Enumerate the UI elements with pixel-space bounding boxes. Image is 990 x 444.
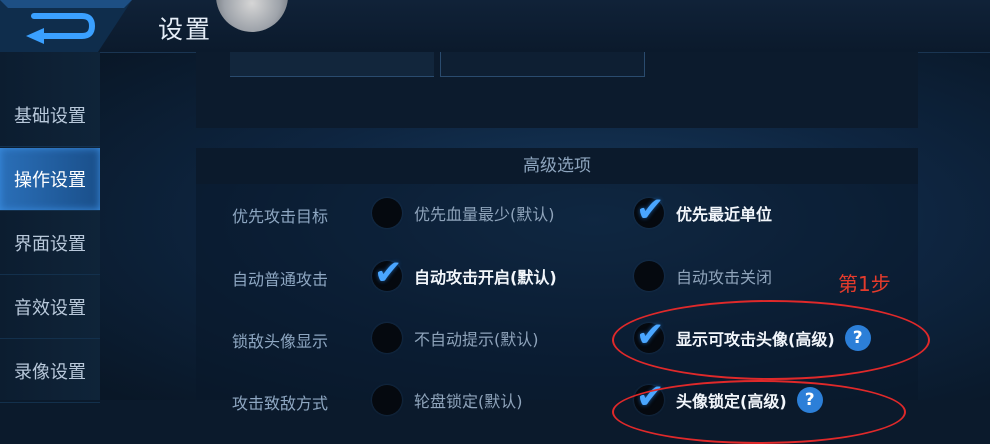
- option-label: 自动攻击关闭: [676, 268, 773, 287]
- radio-button[interactable]: [634, 261, 664, 291]
- sidebar-item-controls[interactable]: 操作设置: [0, 148, 100, 211]
- radio-button[interactable]: ✔: [372, 253, 403, 293]
- highlight-ellipse: [612, 300, 930, 380]
- row-label: 自动普通攻击: [232, 270, 329, 289]
- option-auto-attack-on[interactable]: ✔ 自动攻击开启(默认): [372, 253, 557, 293]
- option-lowest-hp[interactable]: 优先血量最少(默认): [372, 198, 555, 228]
- option-label: 优先最近单位: [676, 205, 773, 224]
- sidebar-item-interface[interactable]: 界面设置: [0, 212, 100, 275]
- page-title: 设置: [158, 15, 213, 44]
- step-label: 第1步: [838, 272, 891, 296]
- option-auto-attack-off[interactable]: 自动攻击关闭: [634, 261, 772, 291]
- option-wheel-lock[interactable]: 轮盘锁定(默认): [372, 385, 523, 415]
- option-label: 轮盘锁定(默认): [414, 392, 523, 411]
- checkmark-icon: ✔: [374, 253, 403, 293]
- radio-button[interactable]: [372, 198, 402, 228]
- advanced-options-title: 高级选项: [196, 148, 918, 184]
- option-label: 优先血量最少(默认): [414, 205, 555, 224]
- sidebar-item-sound[interactable]: 音效设置: [0, 276, 100, 339]
- option-nearest-unit[interactable]: ✔ 优先最近单位: [634, 190, 773, 230]
- row-label: 攻击致敌方式: [232, 394, 329, 413]
- back-button[interactable]: [0, 0, 132, 52]
- option-card[interactable]: [230, 52, 434, 77]
- option-card[interactable]: [440, 52, 645, 77]
- radio-button[interactable]: [372, 385, 402, 415]
- option-no-auto-hint[interactable]: 不自动提示(默认): [372, 323, 539, 353]
- sidebar-item-replay[interactable]: 录像设置: [0, 340, 100, 403]
- checkmark-icon: ✔: [636, 190, 665, 230]
- back-arrow-icon: [0, 0, 132, 52]
- radio-button[interactable]: ✔: [634, 190, 665, 230]
- option-label: 不自动提示(默认): [414, 330, 539, 349]
- header-bar: [0, 0, 990, 53]
- highlight-ellipse: [612, 380, 906, 444]
- row-label: 锁敌头像显示: [232, 332, 329, 351]
- sidebar-item-basic[interactable]: 基础设置: [0, 84, 100, 147]
- option-label: 自动攻击开启(默认): [414, 268, 557, 287]
- radio-button[interactable]: [372, 323, 402, 353]
- row-label: 优先攻击目标: [232, 207, 329, 226]
